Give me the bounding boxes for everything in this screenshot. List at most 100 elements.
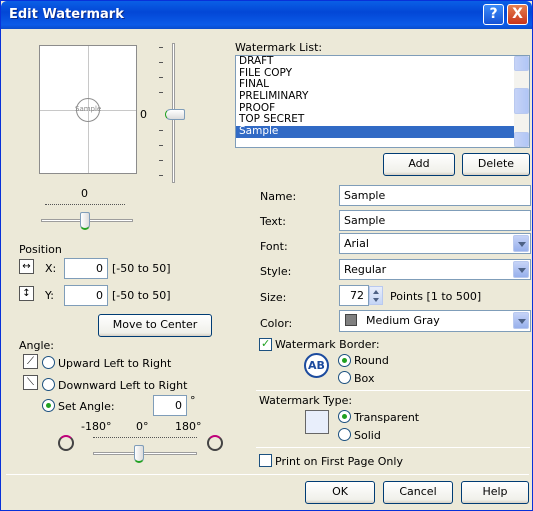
round-border-icon: AB <box>304 353 329 378</box>
downward-radio[interactable] <box>42 378 55 391</box>
upward-diagonal-icon: ⟋ <box>23 354 38 369</box>
set-angle-radio[interactable] <box>42 399 55 412</box>
watermark-list-label: Watermark List: <box>235 41 323 54</box>
set-angle-label[interactable]: Set Angle: <box>58 400 115 413</box>
angle-slider-ticks <box>93 437 197 438</box>
first-page-only-checkbox[interactable] <box>259 454 272 467</box>
set-angle-input[interactable]: 0 <box>153 395 187 416</box>
vertical-arrows-icon: ↕ <box>19 286 34 301</box>
transparent-type-icon <box>305 410 329 434</box>
solid-label[interactable]: Solid <box>354 429 381 442</box>
edit-watermark-dialog: Edit Watermark ? X Sample 0 0 Position ↔… <box>0 0 533 511</box>
angle-slider-track[interactable] <box>93 452 197 455</box>
chevron-down-icon[interactable] <box>513 261 529 278</box>
size-range-label: Points [1 to 500] <box>390 290 482 303</box>
watermark-list-item[interactable]: TOP SECRET <box>236 114 529 126</box>
horizontal-slider-thumb[interactable] <box>80 212 90 230</box>
size-input[interactable]: 72 <box>339 285 369 306</box>
angle-heading: Angle: <box>19 339 55 352</box>
x-label: X: <box>45 262 57 275</box>
degree-symbol: ° <box>190 394 196 407</box>
vertical-slider-tick <box>159 62 163 63</box>
angle-tick-mid: 0° <box>136 420 149 433</box>
title-bar[interactable]: Edit Watermark ? X <box>1 1 532 29</box>
watermark-border-checkbox[interactable] <box>259 337 272 351</box>
vertical-slider-tick <box>159 47 163 48</box>
size-label: Size: <box>260 291 287 304</box>
box-label[interactable]: Box <box>354 372 374 385</box>
horizontal-arrows-icon: ↔ <box>19 259 34 274</box>
scroll-thumb[interactable] <box>514 88 529 114</box>
y-position-input[interactable]: 0 <box>64 285 108 306</box>
watermark-list-scrollbar[interactable] <box>514 56 529 147</box>
y-label: Y: <box>45 289 54 302</box>
color-label: Color: <box>260 317 293 330</box>
font-select-value: Arial <box>344 237 369 250</box>
name-label: Name: <box>260 190 297 203</box>
separator <box>256 447 530 448</box>
scroll-up-button[interactable] <box>514 56 529 71</box>
text-label: Text: <box>260 215 286 228</box>
round-label[interactable]: Round <box>354 354 389 367</box>
style-label: Style: <box>260 265 292 278</box>
color-swatch <box>345 314 357 326</box>
dialog-title: Edit Watermark <box>9 7 124 22</box>
x-range-label: [-50 to 50] <box>112 262 171 275</box>
rotate-left-icon[interactable] <box>58 435 74 451</box>
watermark-list-item[interactable]: Sample <box>236 125 529 138</box>
move-to-center-button[interactable]: Move to Center <box>98 314 212 337</box>
position-heading: Position <box>19 243 62 256</box>
title-close-button[interactable]: X <box>507 4 528 25</box>
vertical-slider-tick <box>159 77 163 78</box>
angle-slider-thumb[interactable] <box>134 445 144 463</box>
name-input[interactable]: Sample <box>339 185 531 206</box>
first-page-only-label[interactable]: Print on First Page Only <box>275 455 403 468</box>
angle-tick-max: 180° <box>175 420 202 433</box>
x-position-input[interactable]: 0 <box>64 258 108 279</box>
watermark-list-item[interactable]: DRAFT <box>236 56 529 68</box>
font-label: Font: <box>260 240 288 253</box>
transparent-radio[interactable] <box>338 410 351 423</box>
chevron-down-icon[interactable] <box>513 235 529 252</box>
watermark-list[interactable]: DRAFT FILE COPY FINAL PRELIMINARY PROOF TOP S… <box>235 55 530 148</box>
watermark-list-item[interactable]: PRELIMINARY <box>236 90 529 103</box>
scroll-down-button[interactable] <box>514 132 529 147</box>
rotate-right-icon[interactable] <box>207 435 223 451</box>
transparent-label[interactable]: Transparent <box>354 411 419 424</box>
watermark-preview: Sample <box>39 45 137 174</box>
ok-button[interactable]: OK <box>305 481 375 504</box>
watermark-list-items: DRAFT FILE COPY FINAL PRELIMINARY PROOF TOP S… <box>236 56 529 138</box>
upward-label[interactable]: Upward Left to Right <box>58 357 171 370</box>
style-select-value: Regular <box>344 263 387 276</box>
vertical-slider-tick <box>159 130 163 131</box>
spin-up-icon[interactable] <box>373 290 379 294</box>
color-select[interactable]: Medium Gray <box>339 310 531 332</box>
vertical-slider-value: 0 <box>140 108 147 121</box>
cancel-button[interactable]: Cancel <box>383 481 453 504</box>
downward-label[interactable]: Downward Left to Right <box>58 379 187 392</box>
title-help-button[interactable]: ? <box>483 4 504 25</box>
downward-diagonal-icon: ⟍ <box>23 375 38 390</box>
horizontal-slider-ticks <box>45 204 125 205</box>
box-radio[interactable] <box>338 371 351 384</box>
upward-radio[interactable] <box>42 356 55 369</box>
help-button[interactable]: Help <box>461 481 529 504</box>
color-select-value: Medium Gray <box>366 314 440 327</box>
vertical-slider-tick <box>159 160 163 161</box>
text-input[interactable]: Sample <box>339 210 531 231</box>
vertical-slider-thumb[interactable] <box>165 109 185 120</box>
add-button[interactable]: Add <box>383 153 455 176</box>
watermark-list-item[interactable]: FILE COPY <box>236 67 529 80</box>
spin-down-icon[interactable] <box>373 298 379 302</box>
round-radio[interactable] <box>338 354 351 367</box>
font-select[interactable]: Arial <box>339 233 531 254</box>
separator <box>256 390 530 391</box>
size-spinner[interactable] <box>369 286 383 305</box>
watermark-border-label[interactable]: Watermark Border: <box>275 338 380 351</box>
style-select[interactable]: Regular <box>339 259 531 280</box>
angle-tick-min: -180° <box>81 420 112 433</box>
preview-watermark-text: Sample <box>75 105 102 113</box>
chevron-down-icon[interactable] <box>513 312 529 329</box>
delete-button[interactable]: Delete <box>462 153 530 176</box>
solid-radio[interactable] <box>338 428 351 441</box>
